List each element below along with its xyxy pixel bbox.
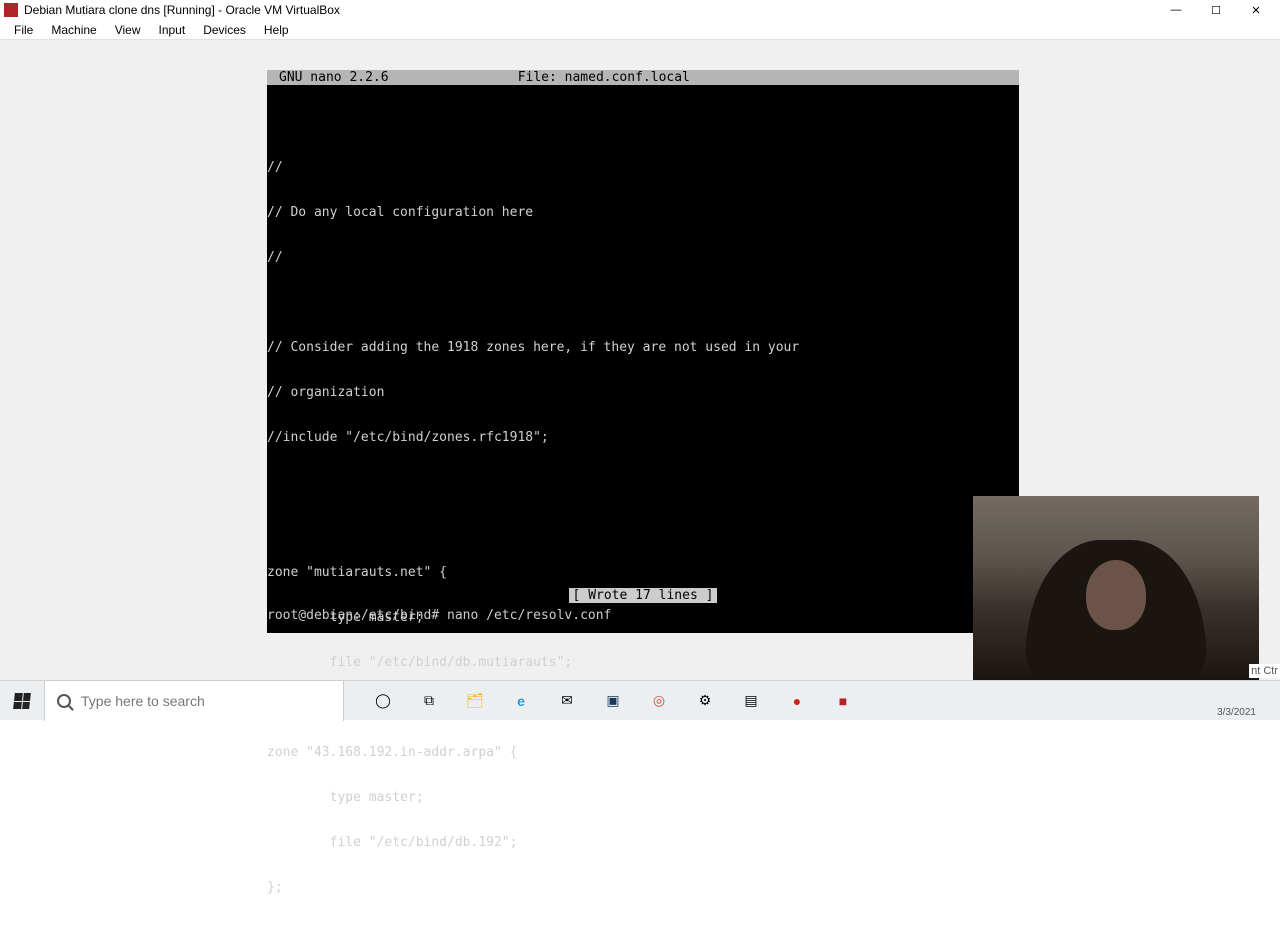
maximize-button[interactable]: ☐ (1196, 0, 1236, 20)
editor-line (267, 520, 1019, 535)
chrome-icon: ◎ (649, 691, 669, 711)
terminal-window[interactable]: GNU nano 2.2.6 File: named.conf.local //… (267, 70, 1019, 633)
editor-line: file "/etc/bind/db.mutiarauts"; (267, 655, 1019, 670)
record-icon: ● (787, 691, 807, 711)
mail-button[interactable]: ✉ (546, 681, 588, 721)
editor-line: // (267, 250, 1019, 265)
nano-editor-body[interactable]: // // Do any local configuration here //… (267, 85, 1019, 925)
edge-icon: e (511, 691, 531, 711)
window-controls: — ☐ ✕ (1156, 0, 1276, 20)
nano-status-text: [ Wrote 17 lines ] (569, 588, 718, 603)
virtualbox-button[interactable]: ▣ (592, 681, 634, 721)
menu-file[interactable]: File (6, 22, 41, 38)
editor-line (267, 295, 1019, 310)
explorer-button[interactable]: 🗂 (454, 681, 496, 721)
nano-version: GNU nano 2.2.6 (267, 70, 389, 85)
gear-icon: ⚙ (695, 691, 715, 711)
nano-file-name: File: named.conf.local (389, 70, 819, 85)
taskbar-apps: ◯ ⧉ 🗂 e ✉ ▣ ◎ ⚙ ▤ ● ■ (344, 681, 1280, 721)
menu-help[interactable]: Help (256, 22, 297, 38)
menu-view[interactable]: View (107, 22, 149, 38)
editor-line: }; (267, 880, 1019, 895)
clip-hint-label: nt Ctr (1249, 664, 1280, 678)
editor-line: // organization (267, 385, 1019, 400)
editor-line (267, 115, 1019, 130)
start-button[interactable] (0, 681, 44, 721)
search-icon (57, 694, 71, 708)
vbox-icon: ▣ (603, 691, 623, 711)
menu-devices[interactable]: Devices (195, 22, 254, 38)
folder-icon: 🗂 (465, 691, 485, 711)
record-button[interactable]: ● (776, 681, 818, 721)
taskbar-search[interactable]: Type here to search (44, 681, 344, 721)
menu-machine[interactable]: Machine (43, 22, 104, 38)
editor-line: // Consider adding the 1918 zones here, … (267, 340, 1019, 355)
window-title: Debian Mutiara clone dns [Running] - Ora… (24, 3, 1156, 17)
editor-line: //include "/etc/bind/zones.rfc1918"; (267, 430, 1019, 445)
panel-icon: ▤ (741, 691, 761, 711)
windows-taskbar: Type here to search ◯ ⧉ 🗂 e ✉ ▣ ◎ ⚙ ▤ ● … (0, 680, 1280, 720)
virtualbox-menubar: File Machine View Input Devices Help (0, 20, 1280, 40)
app-button-1[interactable]: ▤ (730, 681, 772, 721)
editor-line: // Do any local configuration here (267, 205, 1019, 220)
nano-status-line: [ Wrote 17 lines ] (267, 588, 1019, 603)
cortana-button[interactable]: ◯ (362, 681, 404, 721)
taskbar-date[interactable]: 3/3/2021 (1213, 705, 1260, 720)
menu-input[interactable]: Input (151, 22, 194, 38)
editor-line: type master; (267, 790, 1019, 805)
editor-line (267, 475, 1019, 490)
circle-icon: ◯ (373, 691, 393, 711)
search-placeholder-text: Type here to search (81, 693, 205, 709)
editor-line: zone "43.168.192.in-addr.arpa" { (267, 745, 1019, 760)
app-button-2[interactable]: ■ (822, 681, 864, 721)
shell-prompt[interactable]: root@debian:/etc/bind# nano /etc/resolv.… (267, 608, 1019, 623)
windows-logo-icon (13, 693, 31, 709)
app-icon: ■ (833, 691, 853, 711)
virtualbox-icon (4, 3, 18, 17)
webcam-overlay (973, 496, 1259, 680)
taskview-icon: ⧉ (419, 691, 439, 711)
editor-line: // (267, 160, 1019, 175)
edge-button[interactable]: e (500, 681, 542, 721)
taskview-button[interactable]: ⧉ (408, 681, 450, 721)
chrome-button[interactable]: ◎ (638, 681, 680, 721)
close-button[interactable]: ✕ (1236, 0, 1276, 20)
editor-line: file "/etc/bind/db.192"; (267, 835, 1019, 850)
minimize-button[interactable]: — (1156, 0, 1196, 20)
nano-titlebar: GNU nano 2.2.6 File: named.conf.local (267, 70, 1019, 85)
editor-line: zone "mutiarauts.net" { (267, 565, 1019, 580)
virtualbox-titlebar: Debian Mutiara clone dns [Running] - Ora… (0, 0, 1280, 20)
settings-button[interactable]: ⚙ (684, 681, 726, 721)
mail-icon: ✉ (557, 691, 577, 711)
